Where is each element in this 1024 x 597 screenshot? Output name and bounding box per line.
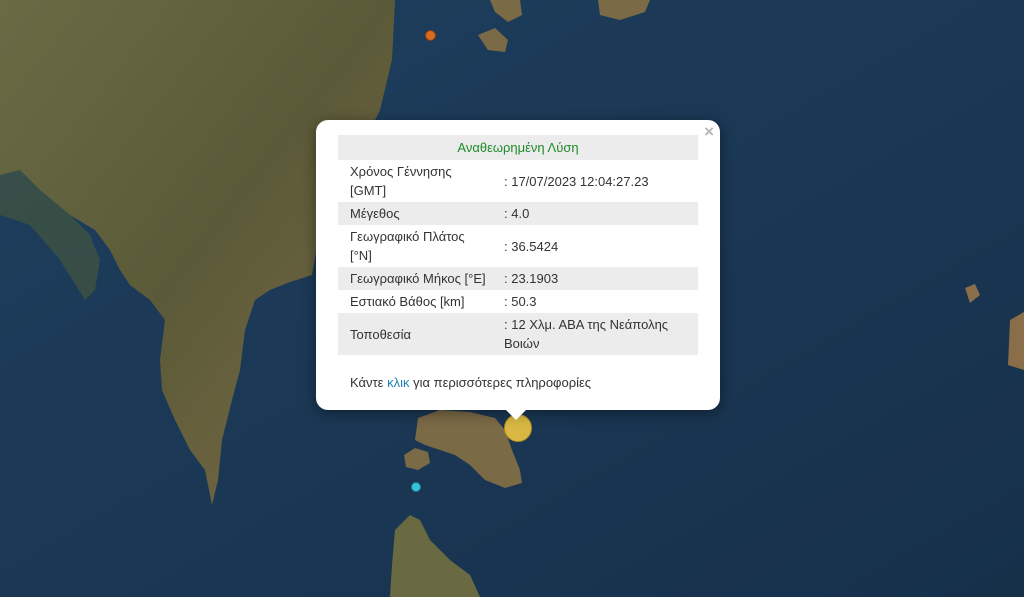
popup-title: Αναθεωρημένη Λύση [338, 135, 698, 160]
earthquake-marker-cyan[interactable] [411, 482, 421, 492]
magnitude-value: : 4.0 [498, 202, 698, 225]
land-island-5 [1008, 312, 1024, 370]
magnitude-label: Μέγεθος [338, 202, 498, 225]
latitude-value: : 36.5424 [504, 238, 559, 254]
longitude-label: Γεωγραφικό Μήκος [°E] [338, 267, 498, 290]
more-info-text: Κάντε κλικ για περισσότερες πληροφορίες [350, 375, 591, 390]
longitude-value: : 23.1903 [498, 267, 698, 290]
more-info-prefix: Κάντε [350, 375, 388, 390]
earthquake-info-popup: × Αναθεωρημένη Λύση Χρόνος Γέννησης [GMT… [316, 120, 720, 410]
origin-time-label: Χρόνος Γέννησης [GMT] [350, 164, 452, 198]
earthquake-info-table: Αναθεωρημένη Λύση Χρόνος Γέννησης [GMT] … [338, 135, 698, 355]
more-info-link[interactable]: κλικ [387, 375, 409, 390]
focal-depth-label: Εστιακό Βάθος [km] [350, 294, 465, 309]
origin-time-value: : 17/07/2023 12:04:27.23 [504, 173, 649, 189]
popup-tip [505, 409, 527, 420]
location-value: : 12 Χλμ. ΑΒΑ της Νεάπολης Βοιών [498, 313, 698, 355]
latitude-label: Γεωγραφικό Πλάτος [°N] [350, 229, 465, 263]
location-label: Τοποθεσία [338, 313, 498, 355]
focal-depth-value: : 50.3 [504, 294, 537, 309]
close-icon[interactable]: × [704, 122, 714, 142]
earthquake-marker-orange[interactable] [425, 30, 436, 41]
more-info-suffix: για περισσότερες πληροφορίες [409, 375, 592, 390]
